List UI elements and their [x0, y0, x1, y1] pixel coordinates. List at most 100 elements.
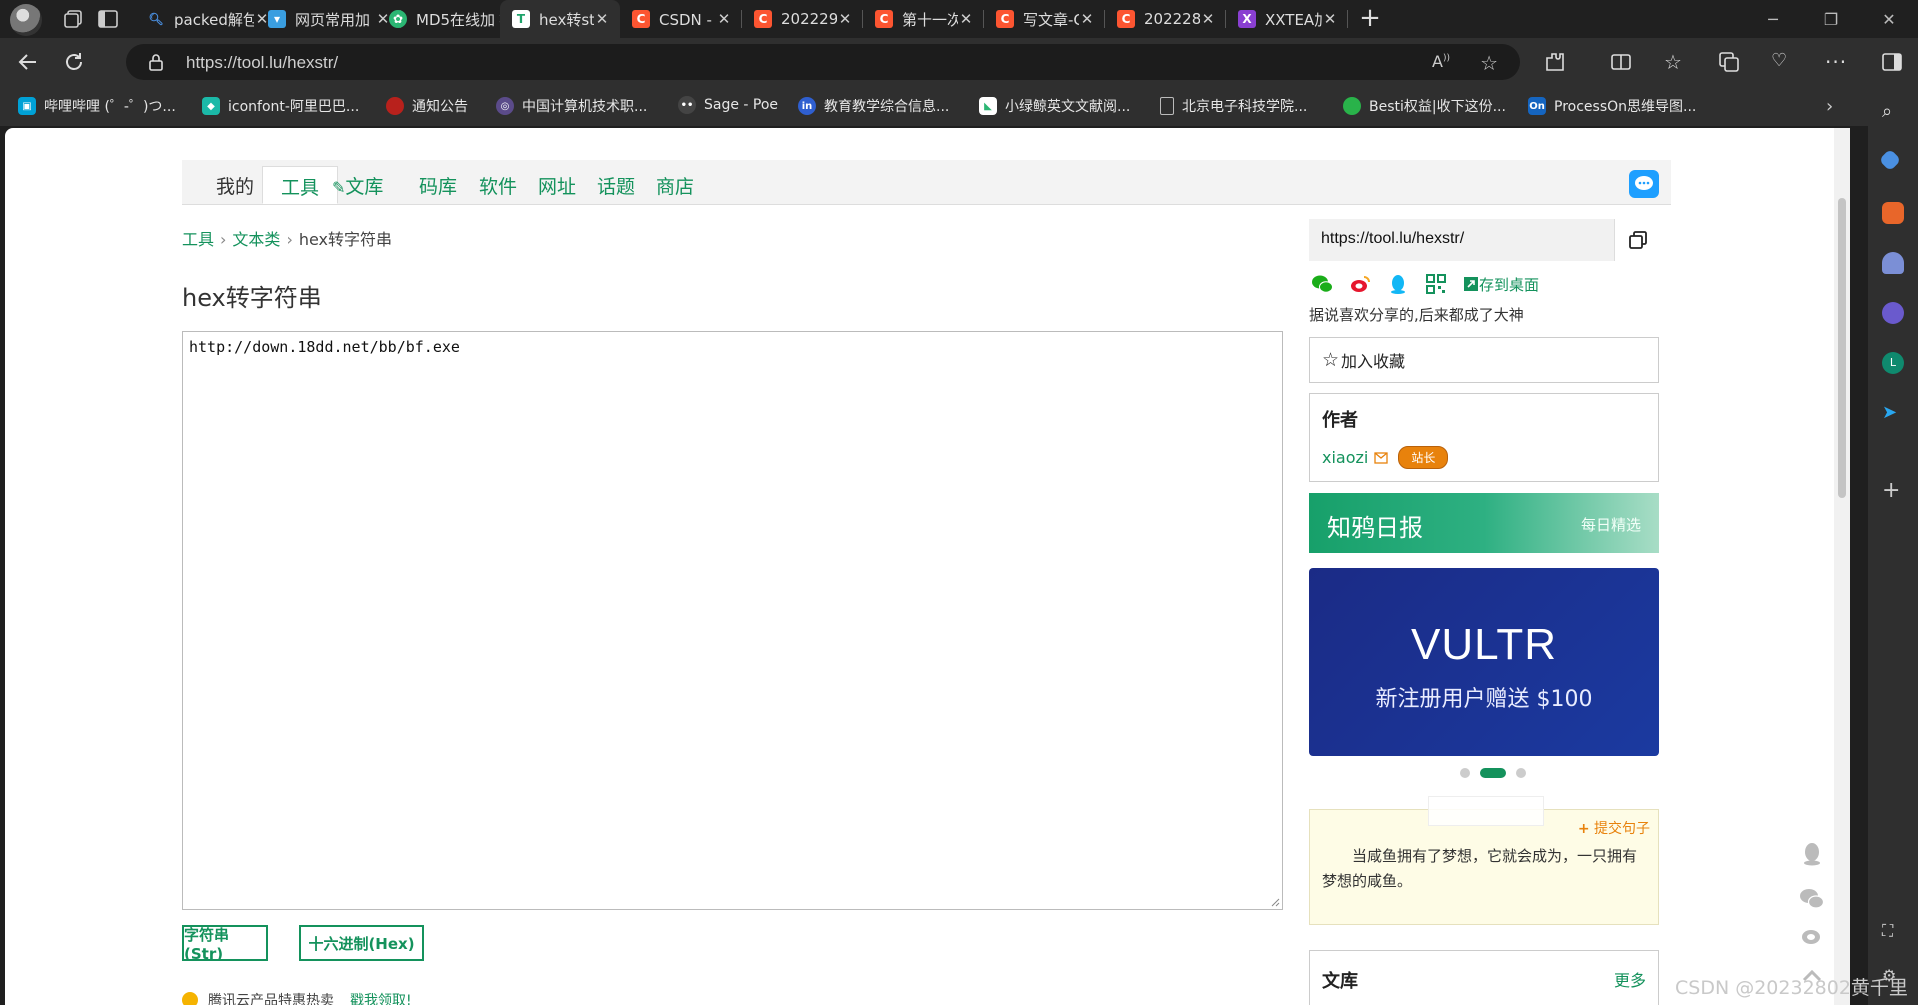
- browser-tab[interactable]: C 写文章-CS ✕: [984, 0, 1105, 38]
- add-favorite-button[interactable]: ☆ 加入收藏: [1309, 337, 1659, 383]
- quote-text: 当咸鱼拥有了梦想，它就会成为，一只拥有梦想的咸鱼。: [1322, 847, 1638, 890]
- share-row: 存到桌面: [1311, 273, 1539, 295]
- read-aloud-icon[interactable]: A)): [1432, 52, 1450, 71]
- mail-icon[interactable]: [1374, 451, 1389, 464]
- workspaces-icon[interactable]: [62, 7, 86, 31]
- qr-code-icon[interactable]: [1425, 273, 1447, 295]
- refresh-icon[interactable]: [62, 50, 86, 74]
- lock-icon[interactable]: [148, 53, 164, 71]
- sidebar-toggle-icon[interactable]: [1880, 50, 1904, 74]
- close-tab-icon[interactable]: ✕: [1079, 10, 1095, 28]
- bookmark-item[interactable]: •• Sage - Poe: [678, 96, 778, 114]
- new-tab-icon[interactable]: +: [1358, 5, 1382, 31]
- nav-my[interactable]: 我的: [216, 172, 254, 199]
- chat-bubble-icon[interactable]: [1629, 170, 1659, 198]
- favorite-star-icon[interactable]: ☆: [1480, 51, 1498, 75]
- split-screen-icon[interactable]: [1609, 50, 1633, 74]
- close-tab-icon[interactable]: ✕: [594, 10, 610, 28]
- bookmark-item[interactable]: 通知公告: [386, 96, 468, 116]
- processon-icon: On: [1528, 97, 1546, 115]
- bookmarks-overflow-icon[interactable]: ›: [1826, 96, 1833, 117]
- nav-tools[interactable]: 工具: [262, 166, 339, 204]
- close-tab-icon[interactable]: ✕: [958, 10, 974, 28]
- browser-essentials-icon[interactable]: ♡: [1771, 50, 1795, 74]
- to-string-button[interactable]: 字符串(Str): [182, 925, 268, 963]
- browser-tab[interactable]: C 20222801 ✕: [1105, 0, 1226, 38]
- address-bar[interactable]: https://tool.lu/hexstr/ A)) ☆: [126, 44, 1520, 80]
- bookmark-item[interactable]: On ProcessOn思维导图...: [1528, 96, 1696, 116]
- bookmark-item[interactable]: ▣ 哔哩哔哩 (゜-゜)つ...: [18, 96, 176, 116]
- close-tab-icon[interactable]: ✕: [837, 10, 853, 28]
- nav-store[interactable]: 商店: [656, 172, 694, 199]
- copilot-icon[interactable]: [1882, 302, 1904, 324]
- breadcrumb-tools[interactable]: 工具: [182, 230, 214, 249]
- float-weibo-icon[interactable]: [1799, 922, 1825, 948]
- qq-icon[interactable]: [1387, 273, 1409, 295]
- browser-tab[interactable]: X XXTEA加密 ✕: [1226, 0, 1348, 38]
- collections-icon[interactable]: [1717, 50, 1741, 74]
- copy-icon[interactable]: [1614, 219, 1661, 261]
- back-icon[interactable]: [16, 50, 40, 74]
- screenshot-icon[interactable]: ⛶: [1882, 921, 1904, 943]
- share-url-text[interactable]: https://tool.lu/hexstr/: [1321, 230, 1464, 248]
- bookmark-item[interactable]: 北京电子科技学院...: [1160, 96, 1307, 116]
- profile-avatar[interactable]: [10, 4, 42, 36]
- games-icon[interactable]: [1882, 252, 1904, 274]
- wechat-icon[interactable]: [1311, 273, 1333, 295]
- float-qq-icon[interactable]: [1799, 841, 1825, 867]
- float-wechat-icon[interactable]: [1799, 886, 1825, 912]
- bookmark-item[interactable]: ◎ 中国计算机技术职...: [496, 96, 647, 116]
- bookmark-item[interactable]: Besti权益|收下这份...: [1343, 96, 1506, 116]
- tools-briefcase-icon[interactable]: [1882, 202, 1904, 224]
- carousel-dot[interactable]: [1460, 768, 1470, 778]
- library-more-link[interactable]: 更多: [1614, 967, 1646, 991]
- send-icon[interactable]: ➤: [1882, 402, 1904, 424]
- csdn-favicon-icon: C: [996, 10, 1014, 28]
- more-menu-icon[interactable]: ···: [1825, 50, 1849, 74]
- url-text[interactable]: https://tool.lu/hexstr/: [186, 53, 338, 73]
- restore-icon[interactable]: ❐: [1802, 0, 1860, 38]
- breadcrumb-text[interactable]: 文本类: [232, 230, 280, 249]
- add-sidebar-icon[interactable]: +: [1882, 480, 1904, 502]
- submit-sentence-link[interactable]: + 提交句子: [1578, 818, 1650, 838]
- nav-topics[interactable]: 话题: [597, 172, 635, 199]
- resize-handle-icon[interactable]: [1270, 897, 1280, 907]
- minimize-icon[interactable]: ─: [1744, 0, 1802, 38]
- search-icon[interactable]: ⌕: [1882, 101, 1904, 123]
- browser-tab[interactable]: C CSDN - 专 ✕: [620, 0, 742, 38]
- close-tab-icon[interactable]: ✕: [1200, 10, 1216, 28]
- zhiya-daily-banner[interactable]: 知鸦日报 每日精选: [1309, 493, 1659, 553]
- browser-tab[interactable]: C 20222948 ✕: [742, 0, 863, 38]
- nav-library[interactable]: ✎文库: [332, 172, 383, 199]
- to-hex-button[interactable]: 十六进制(Hex): [299, 925, 424, 961]
- shopping-tag-icon[interactable]: [1878, 148, 1902, 172]
- nav-code[interactable]: 码库: [419, 172, 457, 199]
- favorites-icon[interactable]: ☆: [1664, 50, 1688, 74]
- tab-title: XXTEA加密: [1265, 10, 1322, 29]
- bookmark-item[interactable]: ◣ 小绿鲸英文文献阅...: [979, 96, 1130, 116]
- close-tab-icon[interactable]: ✕: [1322, 10, 1338, 28]
- author-name-link[interactable]: xiaozi: [1322, 448, 1368, 467]
- csdn-favicon-icon: C: [754, 10, 772, 28]
- bookmark-label: iconfont-阿里巴巴...: [228, 99, 360, 115]
- browser-tab-active[interactable]: T hex转str - ✕: [500, 0, 620, 38]
- extensions-icon[interactable]: [1543, 50, 1567, 74]
- carousel-dot[interactable]: [1516, 768, 1526, 778]
- bookmark-item[interactable]: in 教育教学综合信息...: [798, 96, 949, 116]
- scrollbar-thumb[interactable]: [1838, 198, 1846, 498]
- carousel-dot-active[interactable]: [1480, 768, 1506, 778]
- close-window-icon[interactable]: ✕: [1860, 0, 1918, 38]
- nav-software[interactable]: 软件: [479, 172, 517, 199]
- account-l-icon[interactable]: L: [1882, 352, 1904, 374]
- browser-tab[interactable]: C 第十一次上 ✕: [863, 0, 984, 38]
- promo-link[interactable]: 戳我领取!: [350, 990, 412, 1005]
- nav-sites[interactable]: 网址: [538, 172, 576, 199]
- weibo-icon[interactable]: [1349, 273, 1371, 295]
- page-scrollbar[interactable]: [1834, 128, 1850, 1005]
- hex-input-textarea[interactable]: http://down.18dd.net/bb/bf.exe: [182, 331, 1283, 910]
- bookmark-item[interactable]: ◆ iconfont-阿里巴巴...: [202, 96, 359, 116]
- save-to-desktop-link[interactable]: 存到桌面: [1463, 274, 1539, 295]
- close-tab-icon[interactable]: ✕: [716, 10, 732, 28]
- vultr-ad-banner[interactable]: VULTR 新注册用户赠送 $100: [1309, 568, 1659, 756]
- vertical-tabs-icon[interactable]: [96, 7, 120, 31]
